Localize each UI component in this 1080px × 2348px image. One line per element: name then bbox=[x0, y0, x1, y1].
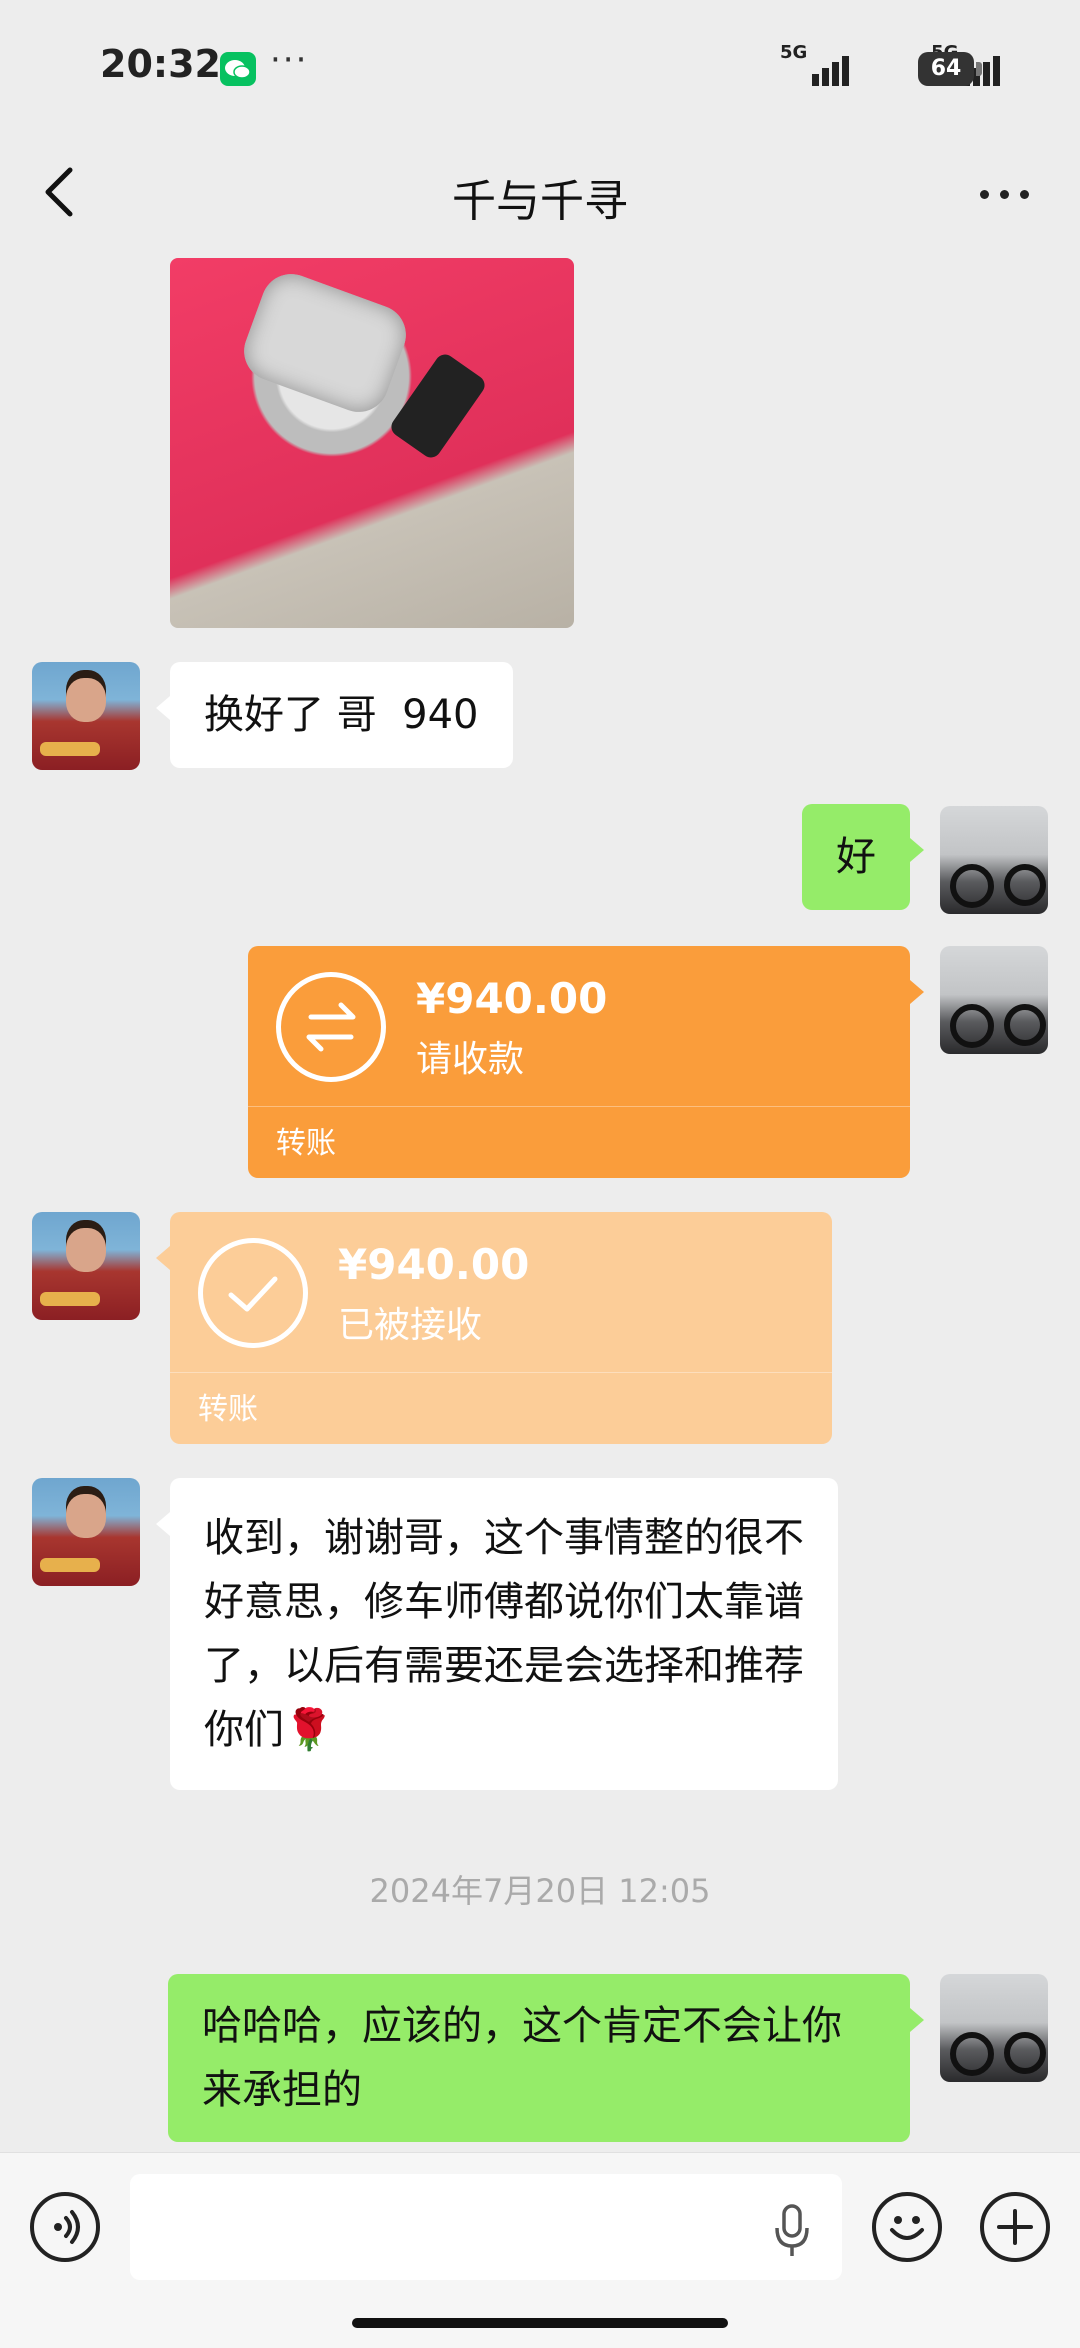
transfer-card-pending[interactable]: ¥940.00 请收款 转账 bbox=[248, 946, 924, 1178]
transfer-status: 已被接收 bbox=[338, 1305, 483, 1346]
image-message[interactable] bbox=[170, 258, 574, 628]
home-indicator bbox=[352, 2318, 728, 2328]
message-text: 换好了 哥 940 bbox=[204, 692, 479, 738]
wechat-notification-icon bbox=[220, 52, 256, 86]
contact-avatar[interactable] bbox=[32, 1212, 140, 1320]
transfer-icon bbox=[276, 972, 386, 1082]
status-time: 20:32 bbox=[100, 42, 221, 86]
network-type-label: 5G bbox=[780, 42, 808, 63]
battery-icon: 64 bbox=[918, 52, 974, 86]
emoji-button[interactable] bbox=[872, 2192, 942, 2262]
voice-icon bbox=[54, 2210, 80, 2244]
mic-icon[interactable] bbox=[772, 2202, 812, 2260]
plus-icon bbox=[997, 2209, 1033, 2245]
message-text: 收到，谢谢哥，这个事情整的很不好意思，修车师傅都说你们太靠谱了，以后有需要还是会… bbox=[204, 1515, 804, 1753]
transfer-divider bbox=[170, 1372, 832, 1373]
signal-strength-icon: 5G bbox=[780, 42, 850, 86]
transfer-amount: ¥940.00 bbox=[338, 1240, 530, 1289]
transfer-label: 转账 bbox=[198, 1392, 258, 1427]
transfer-amount: ¥940.00 bbox=[416, 974, 608, 1023]
my-avatar[interactable] bbox=[940, 1974, 1048, 2082]
message-bubble-received[interactable]: 收到，谢谢哥，这个事情整的很不好意思，修车师傅都说你们太靠谱了，以后有需要还是会… bbox=[156, 1478, 838, 1790]
checkmark-icon bbox=[198, 1238, 308, 1348]
message-bubble-received[interactable]: 换好了 哥 940 bbox=[156, 662, 513, 768]
my-avatar[interactable] bbox=[940, 946, 1048, 1054]
chat-title: 千与千寻 bbox=[452, 176, 628, 227]
message-bubble-sent[interactable]: 哈哈哈，应该的，这个肯定不会让你来承担的 bbox=[168, 1974, 924, 2142]
message-input[interactable] bbox=[130, 2174, 842, 2280]
battery-tip bbox=[976, 62, 982, 76]
transfer-divider bbox=[248, 1106, 910, 1107]
message-text: 好 bbox=[836, 834, 876, 880]
status-more-indicator: ··· bbox=[270, 40, 309, 80]
more-button[interactable] bbox=[970, 166, 1040, 222]
transfer-status: 请收款 bbox=[416, 1039, 525, 1080]
voice-button[interactable] bbox=[30, 2192, 100, 2262]
more-dots-icon bbox=[980, 190, 989, 199]
contact-avatar[interactable] bbox=[32, 1478, 140, 1586]
emoji-icon bbox=[890, 2216, 924, 2240]
transfer-card-received[interactable]: ¥940.00 已被接收 转账 bbox=[156, 1212, 832, 1444]
contact-avatar[interactable] bbox=[32, 662, 140, 770]
chat-timestamp: 2024年7月20日 12:05 bbox=[369, 1872, 711, 1910]
transfer-label: 转账 bbox=[276, 1126, 336, 1161]
plus-button[interactable] bbox=[980, 2192, 1050, 2262]
my-avatar[interactable] bbox=[940, 806, 1048, 914]
message-bubble-sent[interactable]: 好 bbox=[802, 804, 924, 910]
message-text: 哈哈哈，应该的，这个肯定不会让你来承担的 bbox=[202, 2003, 842, 2113]
